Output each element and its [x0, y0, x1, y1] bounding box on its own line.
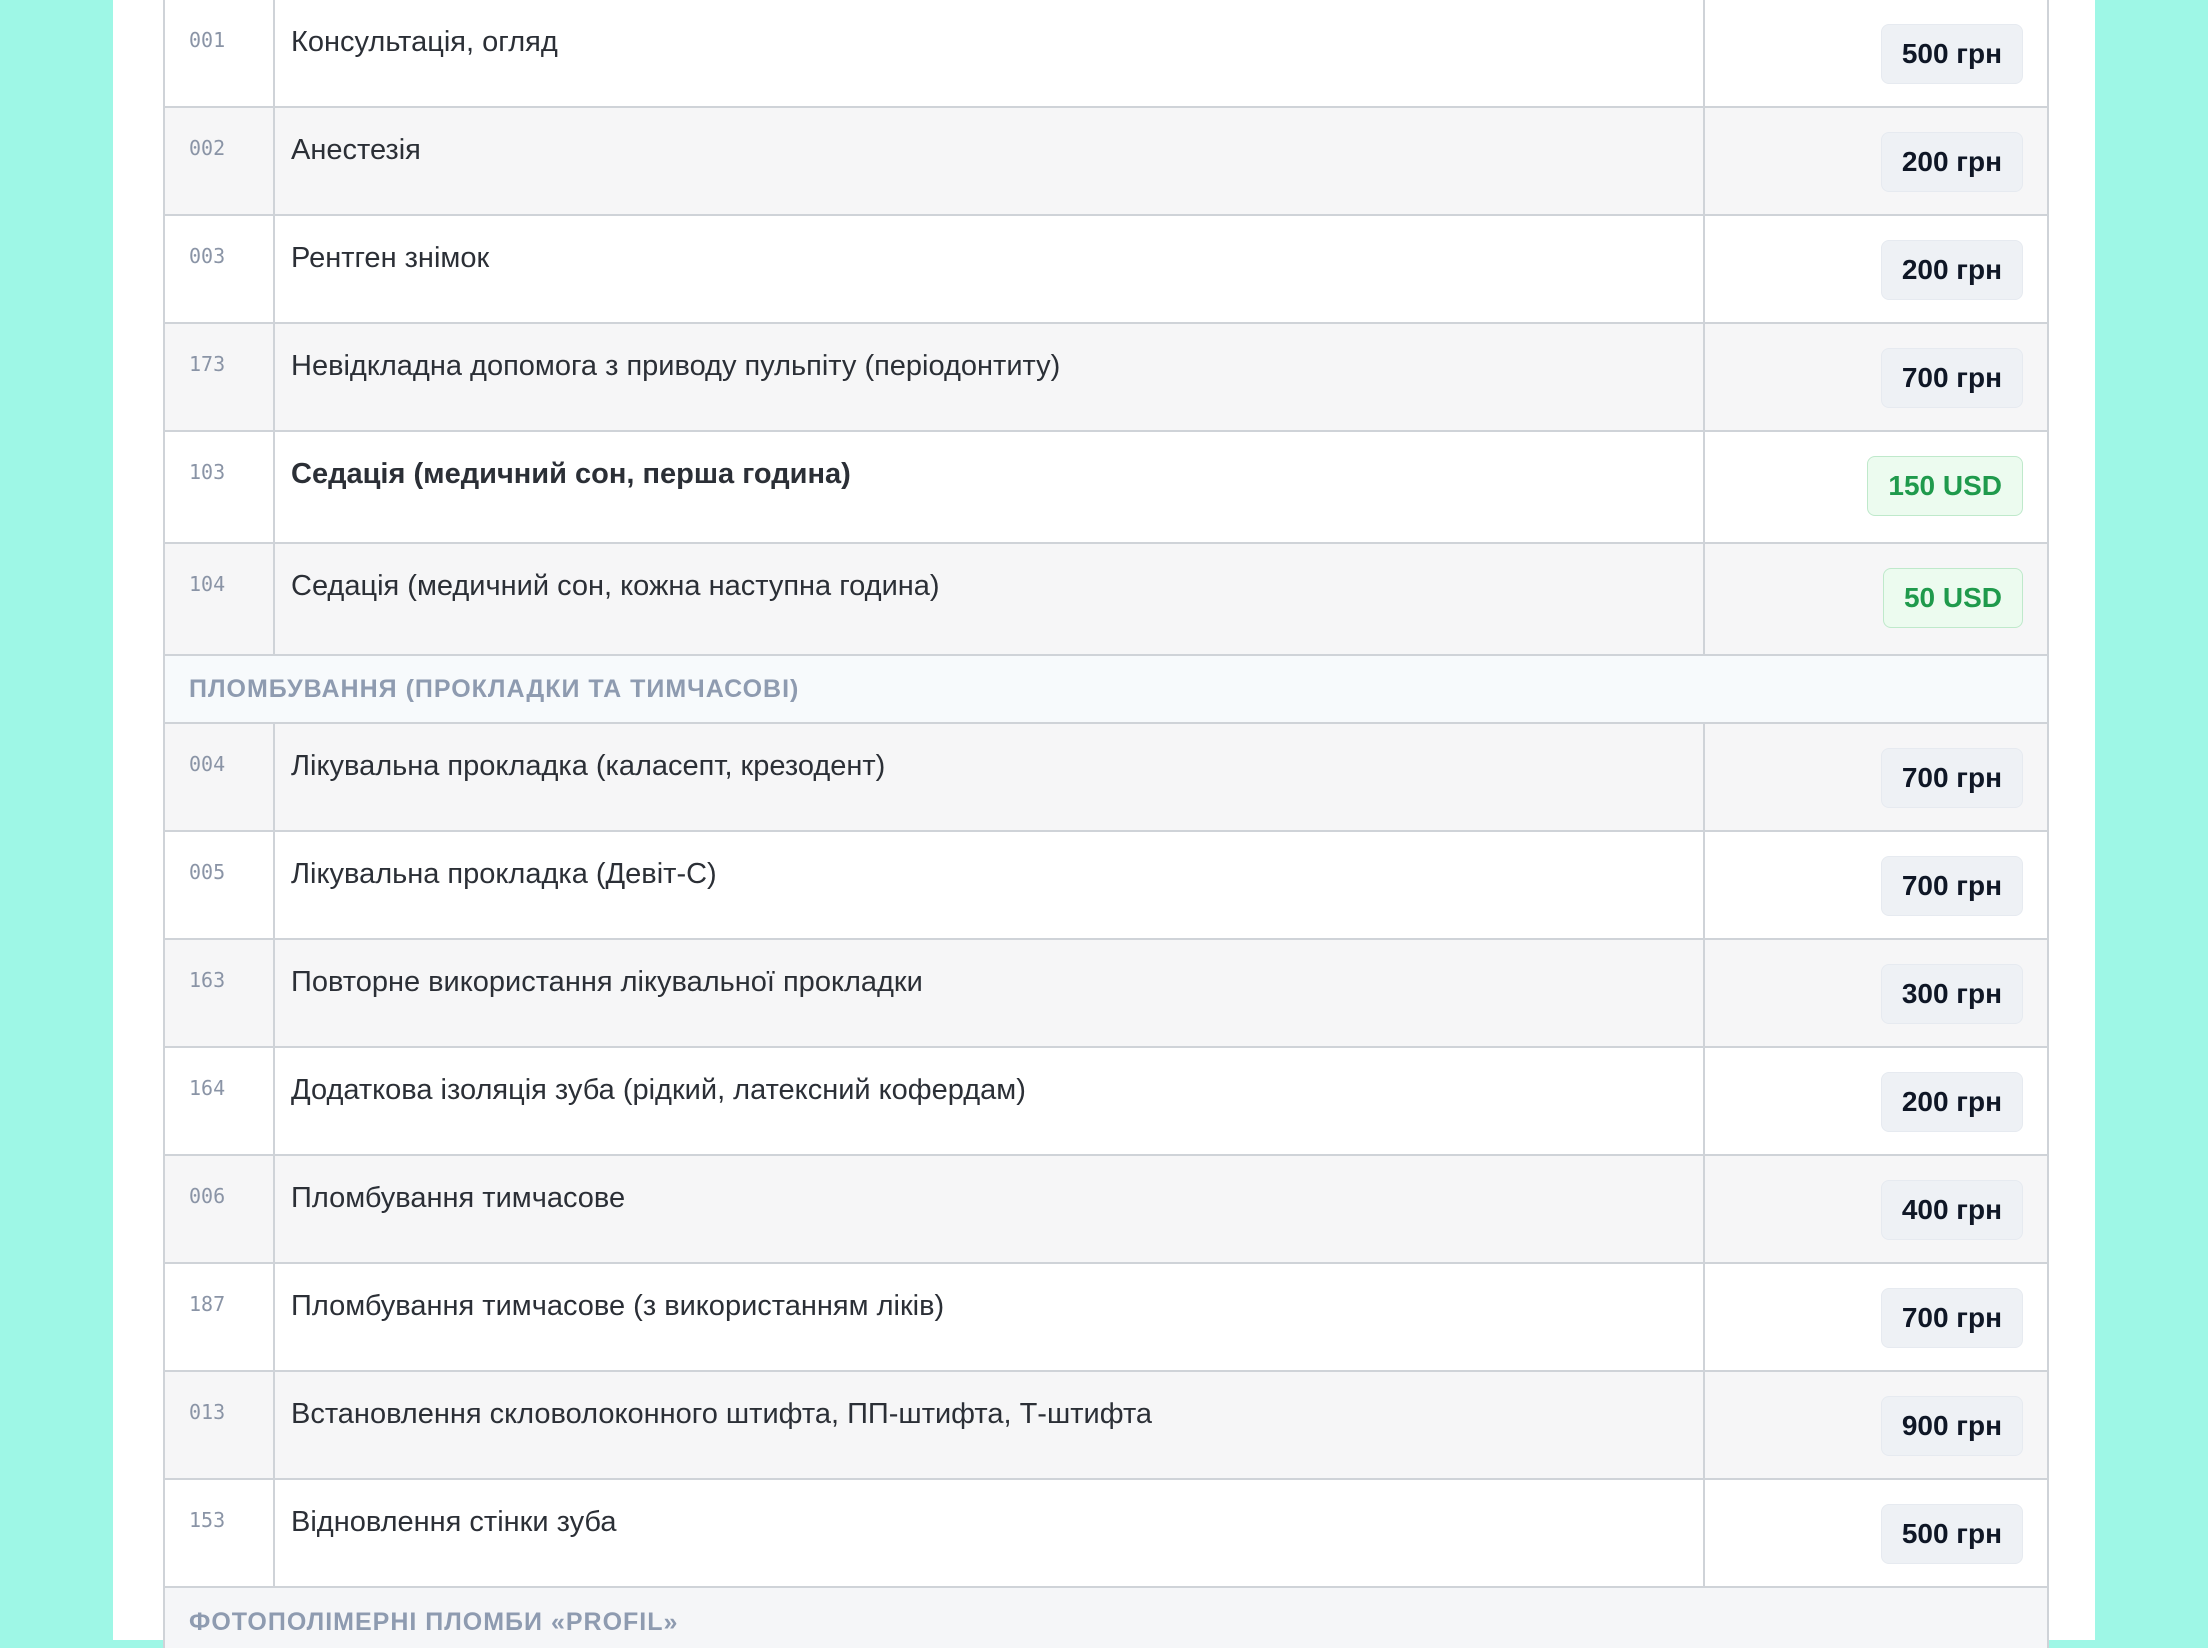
service-name: Седація (медичний сон, перша година) — [275, 432, 1705, 542]
table-row: 004 Лікувальна прокладка (каласепт, крез… — [165, 724, 2047, 832]
price-badge: 900 грн — [1880, 1396, 2023, 1456]
service-name: Встановлення скловолоконного штифта, ПП-… — [275, 1372, 1705, 1478]
price-badge: 500 грн — [1880, 24, 2023, 84]
service-code: 103 — [165, 432, 275, 542]
table-row: 187 Пломбування тимчасове (з використанн… — [165, 1264, 2047, 1372]
price-badge: 400 грн — [1880, 1180, 2023, 1240]
service-code: 002 — [165, 108, 275, 214]
price-badge: 300 грн — [1880, 964, 2023, 1024]
service-name: Пломбування тимчасове — [275, 1156, 1705, 1262]
table-row: 006 Пломбування тимчасове 400 грн — [165, 1156, 2047, 1264]
service-code: 153 — [165, 1480, 275, 1586]
table-row: 001 Консультація, огляд 500 грн — [165, 0, 2047, 108]
price-badge: 700 грн — [1880, 348, 2023, 408]
table-row: 013 Встановлення скловолоконного штифта,… — [165, 1372, 2047, 1480]
price-cell: 500 грн — [1705, 0, 2047, 106]
table-row: 104 Седація (медичний сон, кожна наступн… — [165, 544, 2047, 656]
price-cell: 400 грн — [1705, 1156, 2047, 1262]
table-row: 163 Повторне використання лікувальної пр… — [165, 940, 2047, 1048]
price-cell: 700 грн — [1705, 1264, 2047, 1370]
price-cell: 700 грн — [1705, 324, 2047, 430]
price-cell: 500 грн — [1705, 1480, 2047, 1586]
price-badge: 700 грн — [1880, 748, 2023, 808]
service-name: Додаткова ізоляція зуба (рідкий, латексн… — [275, 1048, 1705, 1154]
service-name: Рентген знімок — [275, 216, 1705, 322]
price-cell: 200 грн — [1705, 1048, 2047, 1154]
price-badge: 700 грн — [1880, 856, 2023, 916]
price-cell: 700 грн — [1705, 832, 2047, 938]
section-header-photopolymer: ФОТОПОЛІМЕРНІ ПЛОМБИ «PROFIL» — [165, 1588, 2047, 1648]
service-name: Седація (медичний сон, кожна наступна го… — [275, 544, 1705, 654]
table-row: 164 Додаткова ізоляція зуба (рідкий, лат… — [165, 1048, 2047, 1156]
price-cell: 300 грн — [1705, 940, 2047, 1046]
price-badge-usd: 50 USD — [1882, 568, 2023, 628]
service-code: 104 — [165, 544, 275, 654]
price-badge: 500 грн — [1880, 1504, 2023, 1564]
table-row: 153 Відновлення стінки зуба 500 грн — [165, 1480, 2047, 1588]
price-badge: 200 грн — [1880, 240, 2023, 300]
service-code: 003 — [165, 216, 275, 322]
service-code: 187 — [165, 1264, 275, 1370]
price-badge: 200 грн — [1880, 1072, 2023, 1132]
service-code: 001 — [165, 0, 275, 106]
price-badge: 700 грн — [1880, 1288, 2023, 1348]
table-row: 002 Анестезія 200 грн — [165, 108, 2047, 216]
service-name: Лікувальна прокладка (каласепт, крезоден… — [275, 724, 1705, 830]
price-list-table: 001 Консультація, огляд 500 грн 002 Анес… — [163, 0, 2049, 1648]
section-header-fillings: ПЛОМБУВАННЯ (ПРОКЛАДКИ ТА ТИМЧАСОВІ) — [165, 656, 2047, 724]
price-badge: 200 грн — [1880, 132, 2023, 192]
price-cell: 900 грн — [1705, 1372, 2047, 1478]
service-name: Повторне використання лікувальної прокла… — [275, 940, 1705, 1046]
service-name: Анестезія — [275, 108, 1705, 214]
table-row: 003 Рентген знімок 200 грн — [165, 216, 2047, 324]
price-cell: 200 грн — [1705, 216, 2047, 322]
price-badge-usd: 150 USD — [1867, 456, 2023, 516]
service-name: Лікувальна прокладка (Девіт-С) — [275, 832, 1705, 938]
service-code: 005 — [165, 832, 275, 938]
table-row: 005 Лікувальна прокладка (Девіт-С) 700 г… — [165, 832, 2047, 940]
service-name: Пломбування тимчасове (з використанням л… — [275, 1264, 1705, 1370]
service-code: 006 — [165, 1156, 275, 1262]
price-cell: 50 USD — [1705, 544, 2047, 654]
table-row: 173 Невідкладна допомога з приводу пульп… — [165, 324, 2047, 432]
service-code: 173 — [165, 324, 275, 430]
service-code: 013 — [165, 1372, 275, 1478]
service-name: Консультація, огляд — [275, 0, 1705, 106]
table-row: 103 Седація (медичний сон, перша година)… — [165, 432, 2047, 544]
service-name: Невідкладна допомога з приводу пульпіту … — [275, 324, 1705, 430]
service-code: 164 — [165, 1048, 275, 1154]
service-name: Відновлення стінки зуба — [275, 1480, 1705, 1586]
price-cell: 150 USD — [1705, 432, 2047, 542]
price-cell: 700 грн — [1705, 724, 2047, 830]
price-cell: 200 грн — [1705, 108, 2047, 214]
service-code: 004 — [165, 724, 275, 830]
service-code: 163 — [165, 940, 275, 1046]
